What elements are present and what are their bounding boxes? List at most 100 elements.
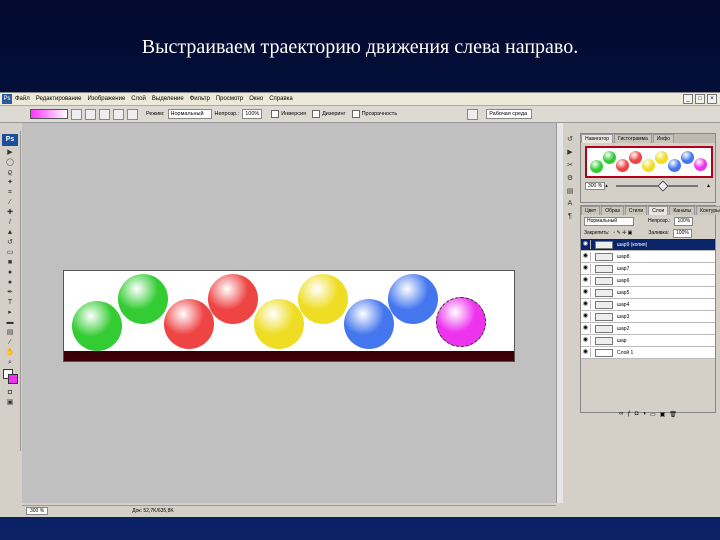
menu-layer[interactable]: Слой — [131, 96, 146, 102]
type-tool-icon[interactable]: T — [4, 299, 16, 307]
tab-paths[interactable]: Контуры — [696, 206, 720, 215]
dock-tool-presets-icon[interactable]: ⚙ — [565, 174, 575, 183]
delete-layer-icon[interactable]: 🗑 — [669, 411, 677, 418]
new-layer-icon[interactable]: ▣ — [660, 411, 666, 418]
zoom-out-icon[interactable]: ▴ — [605, 183, 608, 189]
document-canvas[interactable] — [63, 270, 515, 362]
palette-icon[interactable] — [467, 108, 479, 120]
dock-actions-icon[interactable]: ▶ — [565, 148, 575, 157]
eye-icon[interactable]: ◉ — [581, 348, 591, 357]
screen-mode-icon[interactable]: ▣ — [4, 399, 16, 407]
eye-icon[interactable]: ◉ — [581, 300, 591, 309]
eye-icon[interactable]: ◉ — [581, 276, 591, 285]
tab-styles[interactable]: Стили — [624, 206, 648, 215]
tab-histogram[interactable]: Гистограмма — [614, 134, 652, 143]
layer-row[interactable]: ◉ шар5 — [581, 287, 715, 299]
eye-icon[interactable]: ◉ — [581, 252, 591, 261]
dodge-tool-icon[interactable]: ● — [4, 279, 16, 287]
zoom-tool-icon[interactable]: ⌕ — [4, 359, 16, 367]
adjustment-layer-icon[interactable]: ◑ — [642, 411, 646, 417]
magic-wand-icon[interactable]: ✦ — [4, 179, 16, 187]
menu-window[interactable]: Окно — [249, 96, 263, 102]
layer-row[interactable]: ◉ шар8 — [581, 251, 715, 263]
crop-tool-icon[interactable]: ⌗ — [4, 189, 16, 197]
tab-channels[interactable]: Каналы — [669, 206, 696, 215]
dock-history-icon[interactable]: ↺ — [565, 135, 575, 144]
layer-row[interactable]: ◉ шар6 — [581, 275, 715, 287]
path-select-icon[interactable]: ▸ — [4, 309, 16, 317]
gradient-tool-icon[interactable]: ■ — [4, 259, 16, 267]
radial-gradient-icon[interactable] — [85, 108, 96, 120]
zoom-in-icon[interactable]: ▲ — [706, 183, 711, 189]
menu-view[interactable]: Просмотр — [216, 96, 243, 102]
dock-brush-icon[interactable]: ▤ — [565, 187, 575, 196]
layer-mask-icon[interactable]: ◘ — [635, 411, 639, 417]
eye-icon[interactable]: ◉ — [581, 288, 591, 297]
notes-tool-icon[interactable]: ▤ — [4, 329, 16, 337]
eye-icon[interactable]: ◉ — [581, 312, 591, 321]
eye-icon[interactable]: ◉ — [581, 336, 591, 345]
mode-select[interactable]: Нормальный — [167, 109, 212, 119]
tab-color[interactable]: Цвет — [581, 206, 601, 215]
ball-blue[interactable] — [388, 274, 438, 324]
close-icon[interactable]: × — [707, 94, 717, 104]
healing-tool-icon[interactable]: ✚ — [4, 209, 16, 217]
dither-checkbox[interactable] — [312, 110, 321, 118]
layer-row[interactable]: ◉ шар — [581, 335, 715, 347]
ball-blue[interactable] — [344, 299, 394, 349]
layer-opacity-field[interactable]: 100% — [674, 216, 694, 226]
eye-icon[interactable]: ◉ — [581, 240, 591, 249]
hand-tool-icon[interactable]: ✋ — [4, 349, 16, 357]
ball-red[interactable] — [208, 274, 258, 324]
reflected-gradient-icon[interactable] — [113, 108, 124, 120]
history-brush-icon[interactable]: ↺ — [4, 239, 16, 247]
slice-tool-icon[interactable]: ⁄ — [4, 199, 16, 207]
tab-navigator[interactable]: Навигатор — [581, 134, 614, 143]
ball-red[interactable] — [164, 299, 214, 349]
blend-mode-select[interactable]: Нормальный — [584, 216, 634, 226]
layer-row[interactable]: ◉ шар3 — [581, 311, 715, 323]
new-group-icon[interactable]: ▭ — [650, 411, 656, 418]
ball-green[interactable] — [72, 301, 122, 351]
canvas-area[interactable] — [22, 123, 556, 503]
move-tool-icon[interactable]: ▶ — [4, 149, 16, 157]
eye-icon[interactable]: ◉ — [581, 324, 591, 333]
ball-magenta[interactable] — [436, 297, 486, 347]
zoom-slider[interactable] — [615, 180, 699, 192]
gradient-picker[interactable] — [30, 109, 68, 119]
pen-tool-icon[interactable]: ✒ — [4, 289, 16, 297]
navigator-zoom-field[interactable]: 300 % — [585, 182, 606, 190]
tab-layers[interactable]: Слои — [648, 206, 669, 215]
layer-style-icon[interactable]: ƒ — [627, 411, 630, 417]
eye-icon[interactable]: ◉ — [581, 264, 591, 273]
ball-yellow[interactable] — [254, 299, 304, 349]
quick-mask-icon[interactable]: ◘ — [4, 389, 16, 397]
diamond-gradient-icon[interactable] — [127, 108, 138, 120]
linear-gradient-icon[interactable] — [71, 108, 82, 120]
menu-filter[interactable]: Фильтр — [190, 96, 210, 102]
color-swatches[interactable] — [0, 369, 20, 387]
layer-row[interactable]: ◉ шар9 (копия) — [581, 239, 715, 251]
menu-file[interactable]: Файл — [15, 96, 30, 102]
layer-row[interactable]: ◉ шар4 — [581, 299, 715, 311]
zoom-slider-knob[interactable] — [656, 180, 669, 192]
canvas-scrollbar[interactable] — [556, 123, 563, 503]
tab-swatches[interactable]: Образ — [601, 206, 624, 215]
lasso-tool-icon[interactable]: ϱ — [4, 169, 16, 177]
menu-select[interactable]: Выделение — [152, 96, 184, 102]
minimize-icon[interactable]: _ — [683, 94, 693, 104]
dock-type-icon[interactable]: A — [565, 200, 575, 209]
status-zoom[interactable]: 300 % — [26, 507, 49, 515]
stamp-tool-icon[interactable]: ▲ — [4, 229, 16, 237]
menu-image[interactable]: Изображение — [87, 96, 125, 102]
transparency-checkbox[interactable] — [351, 110, 360, 118]
opacity-field[interactable]: 100% — [242, 109, 263, 119]
dock-tools-icon[interactable]: ✂ — [565, 161, 575, 170]
ball-yellow[interactable] — [298, 274, 348, 324]
brush-tool-icon[interactable]: / — [4, 219, 16, 227]
blur-tool-icon[interactable]: ● — [4, 269, 16, 277]
angle-gradient-icon[interactable] — [99, 108, 110, 120]
tab-info[interactable]: Инфо — [652, 134, 675, 143]
eyedropper-icon[interactable]: ⁄ — [4, 339, 16, 347]
fill-field[interactable]: 100% — [673, 228, 692, 238]
